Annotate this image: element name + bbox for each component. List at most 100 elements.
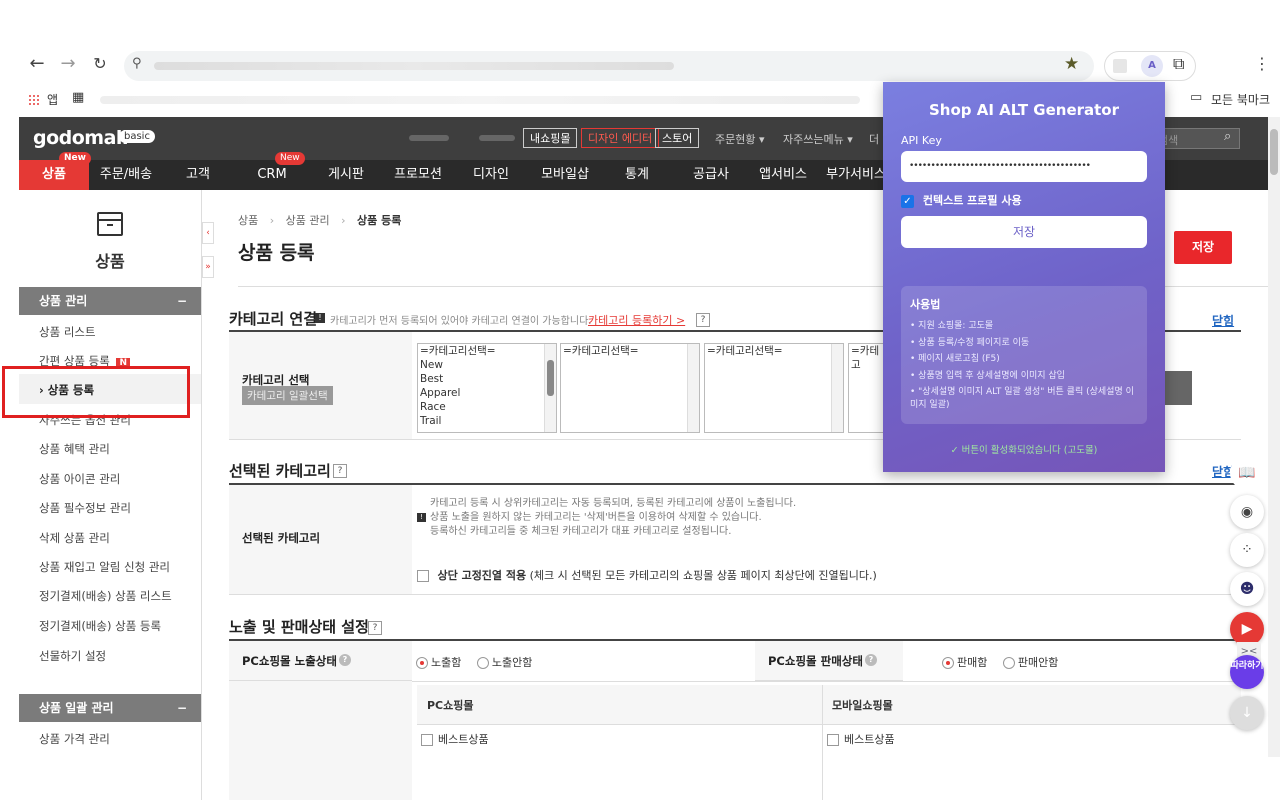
my-shop-button[interactable]: 내쇼핑몰: [523, 128, 578, 148]
fold-section-1[interactable]: 닫힘: [1212, 312, 1234, 329]
download-icon[interactable]: ↓: [1230, 696, 1264, 730]
extension-group: A ⧉: [1104, 51, 1196, 81]
breadcrumb-item[interactable]: 상품 관리: [286, 214, 330, 227]
alt-generator-extension-icon[interactable]: A: [1141, 55, 1163, 77]
help-icon[interactable]: ?: [696, 312, 710, 327]
display-off-radio[interactable]: [476, 657, 489, 669]
nav-board[interactable]: 게시판: [309, 160, 383, 190]
order-status-menu[interactable]: 주문현황 ▾: [715, 131, 765, 147]
category-register-link[interactable]: 카테고리 등록하기 >: [588, 312, 685, 328]
book-icon[interactable]: 📖: [1230, 456, 1264, 490]
pc-display-label: PC쇼핑몰 노출상태 ?: [229, 641, 412, 681]
page-save-button[interactable]: 저장: [1174, 231, 1232, 264]
more-menu-icon[interactable]: ⋮: [1254, 54, 1270, 73]
api-key-input[interactable]: ••••••••••••••••••••••••••••••••••••••••…: [901, 151, 1147, 182]
best-product-mobile[interactable]: 베스트상품: [827, 731, 895, 747]
pc-display-radio-group: 노출함 노출안함: [416, 654, 532, 670]
api-key-label: API Key: [901, 134, 942, 147]
alt-generator-popup: Shop AI ALT Generator API Key ••••••••••…: [883, 82, 1165, 472]
display-on-label[interactable]: 노출함: [431, 656, 461, 669]
sidebar-item-product-list[interactable]: 상품 리스트: [39, 324, 96, 340]
nav-addon-service[interactable]: 부가서비스: [819, 160, 893, 190]
sidebar-item-icon[interactable]: 상품 아이콘 관리: [39, 471, 120, 487]
sidebar-item-subscription-register[interactable]: 정기결제(배송) 상품 등록: [39, 618, 161, 634]
best-product-pc[interactable]: 베스트상품: [421, 731, 489, 747]
sale-off-radio[interactable]: [1002, 657, 1015, 669]
display-on-radio[interactable]: [416, 657, 428, 669]
forward-icon[interactable]: →: [56, 52, 80, 76]
sidebar-item-price-manage[interactable]: 상품 가격 관리: [39, 731, 110, 747]
nav-app-service[interactable]: 앱서비스: [747, 160, 819, 190]
popup-save-button[interactable]: 저장: [901, 216, 1147, 248]
broadcast-icon[interactable]: ◉: [1230, 495, 1264, 529]
reload-icon[interactable]: ↻: [88, 52, 112, 76]
section-selected-category: 선택된 카테고리: [229, 462, 331, 480]
bulk-category-button[interactable]: 카테고리 일괄선택: [242, 386, 333, 405]
sidebar-item-restock[interactable]: 상품 재입고 알림 신청 관리: [39, 559, 170, 575]
nav-promotion[interactable]: 프로모션: [381, 160, 455, 190]
help-icon[interactable]: ?: [339, 654, 351, 666]
more-menu[interactable]: 더: [869, 131, 879, 147]
collapse-sidebar-icon[interactable]: ‹: [202, 222, 214, 244]
search-icon[interactable]: ⌕: [1224, 129, 1231, 144]
all-bookmarks-label[interactable]: 모든 북마크: [1211, 91, 1270, 108]
nav-mobile[interactable]: 모바일샵: [527, 160, 603, 190]
context-profile-option[interactable]: ✓ 컨텍스트 프로필 사용: [901, 192, 1022, 208]
design-editor-button[interactable]: 디자인 에디터: [581, 128, 660, 148]
apps-icon[interactable]: ⁘: [1230, 533, 1264, 567]
help-icon[interactable]: ?: [333, 463, 347, 478]
chatbot-icon[interactable]: ☻: [1230, 572, 1264, 606]
nav-crm[interactable]: CRM New: [235, 152, 309, 190]
sale-on-radio[interactable]: [942, 657, 954, 669]
back-icon[interactable]: ←: [25, 52, 49, 76]
sidebar-group-bulk-manage[interactable]: 상품 일괄 관리 −: [19, 694, 201, 722]
fixed-display-checkbox[interactable]: [417, 570, 429, 582]
favorites-menu[interactable]: 자주쓰는메뉴 ▾: [783, 131, 853, 147]
collapse-icon[interactable]: −: [177, 287, 187, 315]
nav-design[interactable]: 디자인: [455, 160, 527, 190]
star-icon[interactable]: ★: [1064, 54, 1079, 74]
expand-sidebar-icon[interactable]: »: [202, 256, 214, 278]
sale-off-label[interactable]: 판매안함: [1018, 656, 1058, 669]
apps-label[interactable]: 앱: [47, 91, 58, 108]
youtube-icon[interactable]: ▶: [1230, 612, 1264, 646]
category-list-3[interactable]: =카테고리선택=: [704, 343, 844, 433]
sidebar-item-benefit[interactable]: 상품 혜택 관리: [39, 441, 110, 457]
best-pc-checkbox[interactable]: [421, 734, 433, 746]
best-mobile-checkbox[interactable]: [827, 734, 839, 746]
follow-button[interactable]: 따라하기: [1230, 655, 1264, 689]
tab-groups-icon[interactable]: ▦: [72, 90, 84, 105]
nav-order[interactable]: 주문/배송: [91, 160, 161, 190]
collapse-icon[interactable]: −: [177, 694, 187, 722]
category-list-1[interactable]: =카테고리선택= New Best Apparel Race Trail: [417, 343, 557, 433]
display-off-label[interactable]: 노출안함: [492, 656, 532, 669]
highlight-box: [2, 366, 190, 418]
sidebar-item-subscription-list[interactable]: 정기결제(배송) 상품 리스트: [39, 588, 172, 604]
site-info-icon[interactable]: ⚲: [132, 56, 142, 71]
nav-product[interactable]: 상품 New: [19, 152, 91, 190]
puzzle-icon[interactable]: ⧉: [1173, 54, 1184, 74]
sidebar-item-required-info[interactable]: 상품 필수정보 관리: [39, 500, 131, 516]
context-profile-checkbox[interactable]: ✓: [901, 194, 914, 208]
page-scrollbar[interactable]: [1268, 117, 1280, 757]
display-area-label: [229, 681, 412, 800]
apps-grid-icon[interactable]: [28, 94, 40, 106]
sidebar-group-product-manage[interactable]: 상품 관리 −: [19, 287, 201, 315]
extension-icon[interactable]: [1113, 59, 1127, 73]
help-icon[interactable]: ?: [865, 654, 877, 666]
category-list-2[interactable]: =카테고리선택=: [560, 343, 700, 433]
sidebar-item-gift[interactable]: 선물하기 설정: [39, 648, 106, 664]
nav-customer[interactable]: 고객: [161, 160, 235, 190]
category-list-4[interactable]: =카테고: [848, 343, 888, 433]
address-bar[interactable]: ⚲ ★: [124, 51, 1094, 81]
sale-on-label[interactable]: 판매함: [957, 656, 987, 669]
help-icon[interactable]: ?: [368, 620, 382, 635]
breadcrumb-item[interactable]: 상품: [238, 214, 258, 227]
nav-supplier[interactable]: 공급사: [675, 160, 747, 190]
fixed-display-option[interactable]: 상단 고정진열 적용 (체크 시 선택된 모든 카테고리의 쇼핑몰 상품 페이지…: [417, 567, 877, 583]
category-select-button[interactable]: [1162, 371, 1192, 405]
godomall-logo[interactable]: godomall: [33, 127, 128, 149]
sidebar-item-deleted[interactable]: 삭제 상품 관리: [39, 530, 110, 546]
store-button[interactable]: 스토어: [655, 128, 700, 148]
nav-stats[interactable]: 통계: [603, 160, 671, 190]
